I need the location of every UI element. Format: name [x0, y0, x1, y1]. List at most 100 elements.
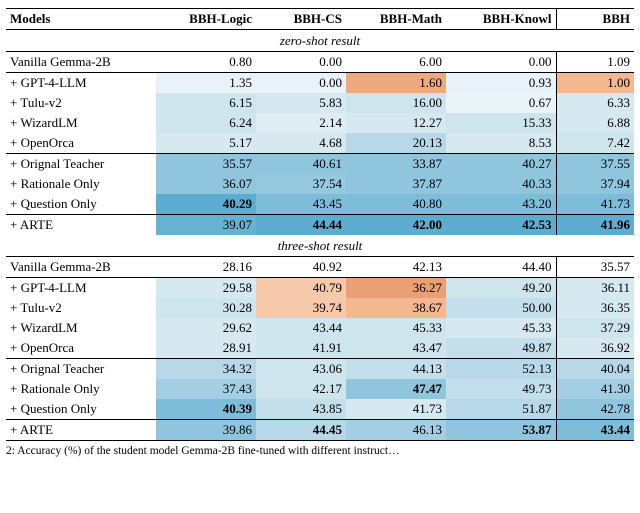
table-row: + ARTE39.8644.4546.1353.8743.44 — [6, 420, 634, 441]
section-heading: zero-shot result — [6, 30, 634, 52]
value-cell: 6.33 — [556, 93, 634, 113]
value-cell: 40.27 — [446, 154, 556, 175]
table-row: + WizardLM6.242.1412.2715.336.88 — [6, 113, 634, 133]
table-row: + Question Only40.3943.8541.7351.8742.78 — [6, 399, 634, 420]
value-cell: 37.94 — [556, 174, 634, 194]
caption-text: Accuracy (%) of the student model Gemma-… — [17, 445, 399, 457]
value-cell: 43.44 — [556, 420, 634, 441]
table-body: zero-shot resultVanilla Gemma-2B0.800.00… — [6, 30, 634, 441]
model-name: + WizardLM — [6, 318, 156, 338]
table-row: + WizardLM29.6243.4445.3345.3337.29 — [6, 318, 634, 338]
col-bbh-logic: BBH-Logic — [156, 9, 256, 30]
model-name: + GPT-4-LLM — [6, 73, 156, 94]
value-cell: 1.00 — [556, 73, 634, 94]
table-row: Vanilla Gemma-2B0.800.006.000.001.09 — [6, 52, 634, 73]
value-cell: 40.79 — [256, 278, 346, 299]
value-cell: 8.53 — [446, 133, 556, 154]
value-cell: 43.20 — [446, 194, 556, 215]
model-name: + Question Only — [6, 194, 156, 215]
col-bbh-cs: BBH-CS — [256, 9, 346, 30]
value-cell: 42.17 — [256, 379, 346, 399]
model-name: + Question Only — [6, 399, 156, 420]
value-cell: 42.13 — [346, 257, 446, 278]
value-cell: 39.07 — [156, 215, 256, 236]
value-cell: 6.88 — [556, 113, 634, 133]
value-cell: 40.61 — [256, 154, 346, 175]
value-cell: 37.87 — [346, 174, 446, 194]
value-cell: 44.45 — [256, 420, 346, 441]
value-cell: 6.00 — [346, 52, 446, 73]
value-cell: 37.29 — [556, 318, 634, 338]
value-cell: 36.11 — [556, 278, 634, 299]
model-name: + OpenOrca — [6, 133, 156, 154]
value-cell: 44.13 — [346, 359, 446, 380]
value-cell: 44.40 — [446, 257, 556, 278]
value-cell: 28.16 — [156, 257, 256, 278]
table-row: + GPT-4-LLM1.350.001.600.931.00 — [6, 73, 634, 94]
value-cell: 37.55 — [556, 154, 634, 175]
value-cell: 40.29 — [156, 194, 256, 215]
model-name: + Rationale Only — [6, 379, 156, 399]
model-name: + OpenOrca — [6, 338, 156, 359]
value-cell: 1.60 — [346, 73, 446, 94]
value-cell: 0.00 — [256, 73, 346, 94]
value-cell: 47.47 — [346, 379, 446, 399]
table-row: + Tulu-v26.155.8316.000.676.33 — [6, 93, 634, 113]
value-cell: 51.87 — [446, 399, 556, 420]
col-bbh-knowl: BBH-Knowl — [446, 9, 556, 30]
table-row: + OpenOrca5.174.6820.138.537.42 — [6, 133, 634, 154]
value-cell: 33.87 — [346, 154, 446, 175]
value-cell: 12.27 — [346, 113, 446, 133]
value-cell: 30.28 — [156, 298, 256, 318]
value-cell: 43.45 — [256, 194, 346, 215]
value-cell: 5.83 — [256, 93, 346, 113]
model-name: + GPT-4-LLM — [6, 278, 156, 299]
model-name: Vanilla Gemma-2B — [6, 52, 156, 73]
table-row: + Rationale Only37.4342.1747.4749.7341.3… — [6, 379, 634, 399]
value-cell: 15.33 — [446, 113, 556, 133]
value-cell: 40.04 — [556, 359, 634, 380]
value-cell: 16.00 — [346, 93, 446, 113]
value-cell: 45.33 — [446, 318, 556, 338]
value-cell: 0.00 — [256, 52, 346, 73]
value-cell: 20.13 — [346, 133, 446, 154]
value-cell: 43.47 — [346, 338, 446, 359]
value-cell: 39.86 — [156, 420, 256, 441]
value-cell: 40.33 — [446, 174, 556, 194]
value-cell: 0.67 — [446, 93, 556, 113]
value-cell: 40.80 — [346, 194, 446, 215]
value-cell: 35.57 — [556, 257, 634, 278]
results-table: Models BBH-Logic BBH-CS BBH-Math BBH-Kno… — [6, 8, 634, 441]
value-cell: 34.32 — [156, 359, 256, 380]
value-cell: 46.13 — [346, 420, 446, 441]
value-cell: 2.14 — [256, 113, 346, 133]
value-cell: 29.58 — [156, 278, 256, 299]
value-cell: 43.44 — [256, 318, 346, 338]
model-name: + Tulu-v2 — [6, 93, 156, 113]
model-name: + WizardLM — [6, 113, 156, 133]
model-name: Vanilla Gemma-2B — [6, 257, 156, 278]
value-cell: 50.00 — [446, 298, 556, 318]
col-bbh-math: BBH-Math — [346, 9, 446, 30]
model-name: + Rationale Only — [6, 174, 156, 194]
value-cell: 40.92 — [256, 257, 346, 278]
value-cell: 44.44 — [256, 215, 346, 236]
table-row: + Orignal Teacher34.3243.0644.1352.1340.… — [6, 359, 634, 380]
value-cell: 35.57 — [156, 154, 256, 175]
value-cell: 0.80 — [156, 52, 256, 73]
value-cell: 52.13 — [446, 359, 556, 380]
value-cell: 1.09 — [556, 52, 634, 73]
value-cell: 41.73 — [346, 399, 446, 420]
value-cell: 49.73 — [446, 379, 556, 399]
table-caption: 2: Accuracy (%) of the student model Gem… — [6, 445, 634, 457]
value-cell: 37.54 — [256, 174, 346, 194]
section-heading: three-shot result — [6, 235, 634, 257]
value-cell: 42.78 — [556, 399, 634, 420]
value-cell: 42.53 — [446, 215, 556, 236]
table-row: Vanilla Gemma-2B28.1640.9242.1344.4035.5… — [6, 257, 634, 278]
value-cell: 41.73 — [556, 194, 634, 215]
value-cell: 7.42 — [556, 133, 634, 154]
table-row: + Tulu-v230.2839.7438.6750.0036.35 — [6, 298, 634, 318]
col-bbh: BBH — [556, 9, 634, 30]
value-cell: 40.39 — [156, 399, 256, 420]
